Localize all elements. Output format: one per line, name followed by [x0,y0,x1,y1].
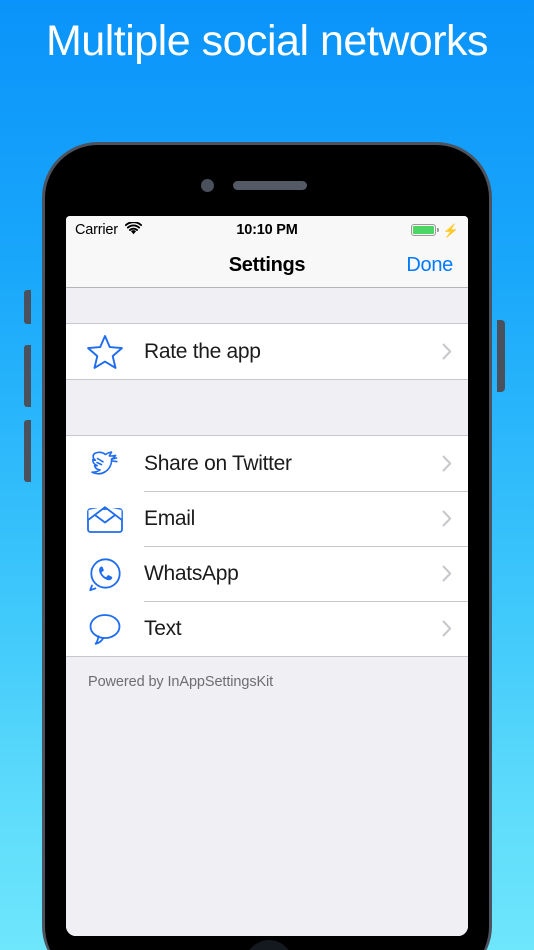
page-title: Multiple social networks [45,17,489,65]
envelope-icon [82,499,128,539]
carrier-label: Carrier [75,222,118,238]
section-gap-top [66,288,468,323]
row-rate-the-app[interactable]: Rate the app [66,324,468,379]
status-bar-right: ⚡ [410,222,459,238]
done-button[interactable]: Done [406,254,453,277]
navigation-bar: Settings Done [66,244,468,288]
whatsapp-icon [82,554,128,594]
section-gap-middle [66,380,468,435]
chevron-right-icon [442,343,452,360]
battery-full-icon [410,224,439,236]
mute-switch-button[interactable] [24,290,31,324]
twitter-bird-icon [82,444,128,484]
power-button[interactable] [497,320,505,392]
row-share-on-twitter[interactable]: Share on Twitter [66,436,468,491]
speech-bubble-icon [82,609,128,649]
row-label: Email [144,506,196,530]
table-footer-note: Powered by InAppSettingsKit [88,674,274,690]
phone-screen: Carrier 10:10 PM ⚡ Settings Done Rate th… [66,216,468,936]
row-whatsapp[interactable]: WhatsApp [66,546,468,601]
chevron-right-icon [442,510,452,527]
volume-up-button[interactable] [24,420,31,482]
row-text[interactable]: Text [66,601,468,656]
chevron-right-icon [442,565,452,582]
section-share: Share on Twitter Email WhatsApp Text [66,435,468,657]
chevron-right-icon [442,455,452,472]
row-label: WhatsApp [144,561,239,585]
wifi-icon [124,220,142,239]
speaker-grille-icon [233,181,307,190]
chevron-right-icon [442,620,452,637]
camera-dot-icon [201,179,214,192]
section-rate: Rate the app [66,323,468,380]
row-label: Share on Twitter [144,451,292,475]
row-email[interactable]: Email [66,491,468,546]
lightning-bolt-icon: ⚡ [442,222,459,238]
volume-down-button[interactable] [24,345,31,407]
row-label: Rate the app [144,339,261,363]
row-label: Text [144,616,182,640]
status-bar-left: Carrier [75,220,142,239]
star-outline-icon [82,332,128,372]
status-bar: Carrier 10:10 PM ⚡ [66,216,468,244]
settings-table: Rate the app Share on Twitter Email What… [66,288,468,936]
